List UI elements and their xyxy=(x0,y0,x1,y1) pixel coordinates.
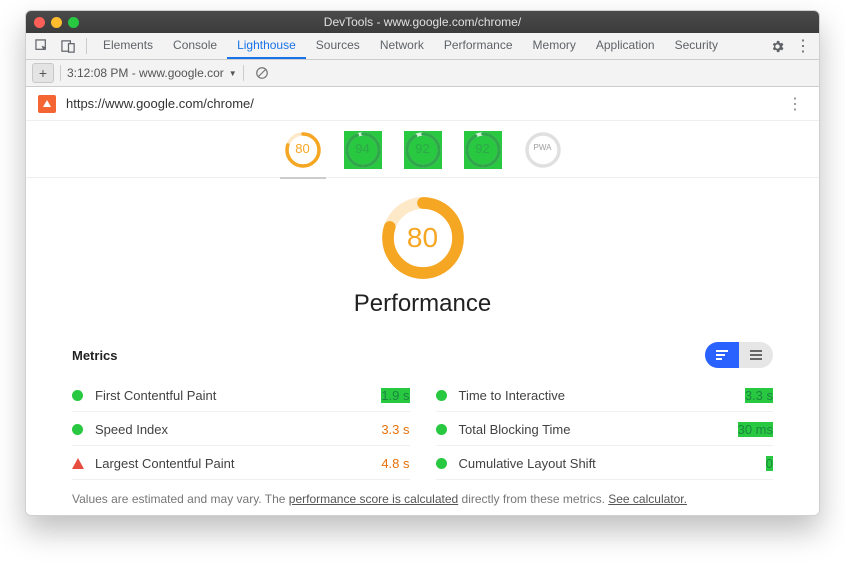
panel-tab-sources[interactable]: Sources xyxy=(306,33,370,59)
metric-row: Speed Index3.3 s xyxy=(72,414,410,446)
report-menu-icon[interactable]: ⋮ xyxy=(783,94,807,114)
metric-name: Time to Interactive xyxy=(459,388,745,403)
report-selector-dropdown[interactable]: 3:12:08 PM - www.google.cor ▼ xyxy=(67,66,237,80)
metric-name: Largest Contentful Paint xyxy=(95,456,381,471)
report-selector-label: 3:12:08 PM - www.google.cor xyxy=(67,66,224,80)
panel-tab-console[interactable]: Console xyxy=(163,33,227,59)
metric-row: Largest Contentful Paint4.8 s xyxy=(72,448,410,480)
panel-tab-memory[interactable]: Memory xyxy=(523,33,586,59)
devtools-panel-tabs-row: ElementsConsoleLighthouseSourcesNetworkP… xyxy=(26,33,819,60)
metrics-heading: Metrics xyxy=(72,348,118,363)
metric-row: Time to Interactive3.3 s xyxy=(436,380,774,412)
metric-row: Total Blocking Time30 ms xyxy=(436,414,774,446)
metric-name: Total Blocking Time xyxy=(459,422,738,437)
metric-row: Cumulative Layout Shift0 xyxy=(436,448,774,480)
more-menu-icon[interactable]: ⋮ xyxy=(791,36,815,56)
window-minimize-button[interactable] xyxy=(51,17,62,28)
category-gauge-2[interactable]: 92 xyxy=(404,131,442,169)
new-report-button[interactable]: + xyxy=(32,63,54,83)
performance-gauge: 80 xyxy=(381,196,465,280)
panel-tab-network[interactable]: Network xyxy=(370,33,434,59)
report-url: https://www.google.com/chrome/ xyxy=(66,96,773,111)
clear-icon[interactable] xyxy=(250,63,274,83)
panel-tab-lighthouse[interactable]: Lighthouse xyxy=(227,33,306,59)
metric-value: 0 xyxy=(766,456,773,471)
category-gauge-1[interactable]: 94 xyxy=(344,131,382,169)
inspect-element-icon[interactable] xyxy=(30,36,54,56)
footnote-link-score-calc[interactable]: performance score is calculated xyxy=(289,492,458,506)
category-gauge-3[interactable]: 92 xyxy=(464,131,502,169)
category-gauges-row: 80 94 92 92 PWA xyxy=(26,121,819,178)
metric-name: First Contentful Paint xyxy=(95,388,381,403)
panel-tab-security[interactable]: Security xyxy=(665,33,728,59)
metric-name: Speed Index xyxy=(95,422,381,437)
metric-value: 30 ms xyxy=(738,422,773,437)
titlebar: DevTools - www.google.com/chrome/ xyxy=(26,11,819,33)
status-dot-icon xyxy=(72,424,83,435)
metrics-footnote: Values are estimated and may vary. The p… xyxy=(72,492,773,506)
status-triangle-icon xyxy=(72,458,84,469)
metrics-view-compact-button[interactable] xyxy=(739,342,773,368)
lighthouse-report: 80 94 92 92 PWA 80 Performance Metrics xyxy=(26,121,819,515)
category-gauge-4[interactable]: PWA xyxy=(524,131,562,169)
metric-row: First Contentful Paint1.9 s xyxy=(72,380,410,412)
status-dot-icon xyxy=(436,458,447,469)
device-toggle-icon[interactable] xyxy=(56,36,80,56)
status-dot-icon xyxy=(436,390,447,401)
performance-section: 80 Performance xyxy=(26,178,819,324)
metrics-view-expanded-button[interactable] xyxy=(705,342,739,368)
status-dot-icon xyxy=(436,424,447,435)
metric-value: 4.8 s xyxy=(381,456,409,471)
devtools-window: DevTools - www.google.com/chrome/ Elemen… xyxy=(25,10,820,516)
performance-score: 80 xyxy=(381,196,465,280)
window-close-button[interactable] xyxy=(34,17,45,28)
performance-title: Performance xyxy=(26,290,819,318)
metric-value: 3.3 s xyxy=(381,422,409,437)
footnote-link-see-calculator[interactable]: See calculator. xyxy=(608,492,687,506)
panel-tab-elements[interactable]: Elements xyxy=(93,33,163,59)
category-gauge-0[interactable]: 80 xyxy=(284,131,322,169)
panel-tab-application[interactable]: Application xyxy=(586,33,665,59)
settings-gear-icon[interactable] xyxy=(765,36,789,56)
window-title: DevTools - www.google.com/chrome/ xyxy=(26,15,819,29)
lighthouse-url-bar: https://www.google.com/chrome/ ⋮ xyxy=(26,87,819,121)
metric-value: 1.9 s xyxy=(381,388,409,403)
metric-name: Cumulative Layout Shift xyxy=(459,456,766,471)
metrics-view-toggle xyxy=(705,342,773,368)
metric-value: 3.3 s xyxy=(745,388,773,403)
status-dot-icon xyxy=(72,390,83,401)
window-zoom-button[interactable] xyxy=(68,17,79,28)
lighthouse-toolbar: + 3:12:08 PM - www.google.cor ▼ xyxy=(26,60,819,87)
lighthouse-icon xyxy=(38,95,56,113)
chevron-down-icon: ▼ xyxy=(229,69,237,78)
panel-tab-performance[interactable]: Performance xyxy=(434,33,523,59)
